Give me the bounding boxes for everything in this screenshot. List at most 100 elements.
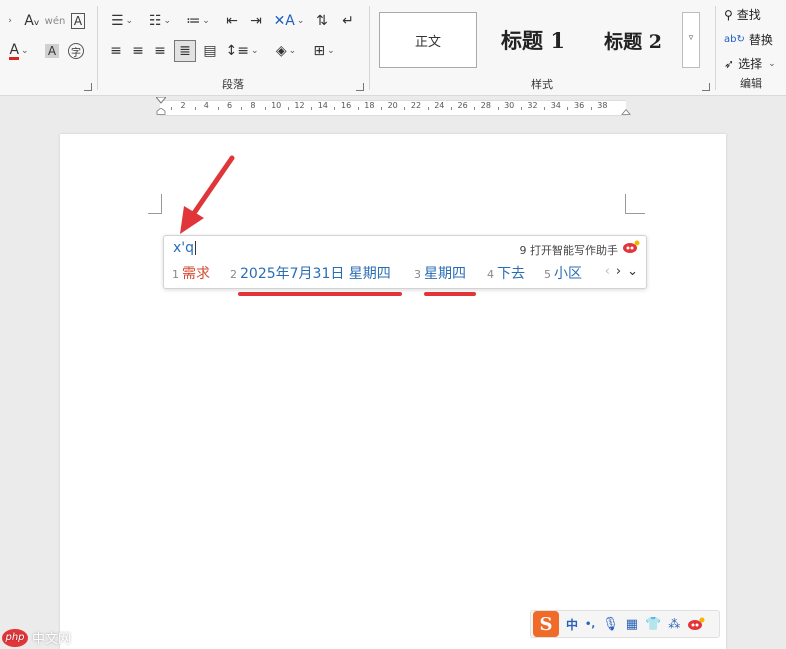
- ruler-minor-tick: [450, 107, 452, 110]
- expand-chevron-icon[interactable]: ⌄: [627, 264, 638, 279]
- ribbon: › Aᵥ wén A A ⌄ A 字 ☰ ⌄ ☷ ⌄ ≔ ⌄ ⇤ ⇥ ✕A ⌄ ⇅ ↵ ≡…: [0, 0, 786, 96]
- styles-dialog-launcher[interactable]: [702, 83, 710, 91]
- ruler-tick-label: 14: [317, 101, 328, 110]
- line-spacing-button[interactable]: ↕≡ ⌄: [226, 40, 259, 62]
- ruler-tick-label: 34: [550, 101, 561, 110]
- ruler-minor-tick: [311, 107, 313, 110]
- ruler-tick-label: 6: [227, 101, 233, 110]
- ruler-minor-tick: [194, 107, 196, 110]
- ruler-tick-label: 36: [574, 101, 585, 110]
- phonetic-guide-icon[interactable]: wén: [44, 10, 66, 32]
- justify-icon[interactable]: ≣: [174, 40, 196, 62]
- font-dropdown-caret[interactable]: ›: [2, 10, 16, 32]
- select-label: 选择: [738, 57, 763, 71]
- microphone-icon[interactable]: 🎙: [602, 617, 619, 632]
- borders-button[interactable]: ⊞ ⌄: [308, 40, 340, 62]
- show-marks-icon[interactable]: ↵: [338, 10, 358, 32]
- document-page[interactable]: [60, 134, 726, 649]
- ruler-minor-tick: [241, 107, 243, 110]
- font-dialog-launcher[interactable]: [84, 83, 92, 91]
- punctuation-toggle[interactable]: •,: [585, 619, 595, 630]
- editing-group-label: 编辑: [740, 77, 762, 90]
- ruler-minor-tick: [171, 107, 173, 110]
- keyboard-icon[interactable]: ▦: [626, 617, 638, 632]
- align-right-icon[interactable]: ≡: [150, 40, 170, 62]
- right-indent-marker[interactable]: [621, 108, 631, 116]
- replace-icon: ab↻: [724, 34, 745, 45]
- ruler-tick-label: 18: [364, 101, 375, 110]
- style-heading-2[interactable]: 标题 2: [588, 12, 678, 68]
- ruler-tick-label: 10: [271, 101, 282, 110]
- candidate-1[interactable]: 1 需求: [172, 263, 210, 283]
- character-shading-icon[interactable]: A: [42, 40, 62, 62]
- input-mode-toggle[interactable]: 中: [566, 616, 578, 633]
- ruler-tick-label: 22: [410, 101, 422, 110]
- ruler-tick-label: 8: [250, 101, 256, 110]
- ruler-minor-tick: [497, 107, 499, 110]
- style-heading-1[interactable]: 标题 1: [483, 12, 583, 68]
- align-left-icon[interactable]: ≡: [106, 40, 126, 62]
- left-indent-marker[interactable]: [156, 108, 166, 116]
- numbering-button[interactable]: ☷ ⌄: [144, 10, 176, 32]
- ruler-minor-tick: [427, 107, 429, 110]
- bullets-button[interactable]: ☰ ⌄: [106, 10, 138, 32]
- replace-button[interactable]: ab↻ 替换: [724, 31, 773, 48]
- next-page-icon[interactable]: ›: [616, 264, 621, 279]
- sort-icon[interactable]: ⇅: [312, 10, 332, 32]
- font-color-button[interactable]: A ⌄: [6, 40, 32, 62]
- select-button[interactable]: ➶ 选择 ⌄: [724, 55, 776, 72]
- ruler-minor-tick: [287, 107, 289, 110]
- skin-icon[interactable]: 👕: [645, 617, 661, 632]
- gallery-more-button[interactable]: ▿: [682, 12, 700, 68]
- first-line-indent-marker[interactable]: [156, 97, 166, 105]
- ime-candidate-window: x'q 9 打开智能写作助手 1 需求 2 2025年7月31日 星期四 3 星期四 …: [163, 235, 647, 289]
- multilevel-list-button[interactable]: ≔ ⌄: [182, 10, 214, 32]
- crop-mark-top-left: [148, 194, 162, 214]
- ruler-tick-label: 12: [294, 101, 305, 110]
- find-button[interactable]: ⚲ 查找: [724, 6, 761, 23]
- ruler-tick-label: 28: [480, 101, 491, 110]
- ime-status-bar: S 中 •, 🎙 ▦ 👕 ⁂: [530, 610, 720, 638]
- candidate-3[interactable]: 3 星期四: [414, 263, 466, 283]
- shading-button[interactable]: ◈ ⌄: [270, 40, 302, 62]
- ruler-tick-label: 16: [341, 101, 352, 110]
- ruler-tick-label: 26: [457, 101, 468, 110]
- align-center-icon[interactable]: ≡: [128, 40, 148, 62]
- assistant-logo-icon[interactable]: [687, 617, 705, 631]
- candidate-4[interactable]: 4 下去: [487, 263, 525, 283]
- candidate-5[interactable]: 5 小区: [544, 263, 582, 283]
- sogou-logo-icon[interactable]: S: [533, 611, 559, 637]
- ruler-minor-tick: [217, 107, 219, 110]
- ime-assist-link[interactable]: 9 打开智能写作助手: [520, 242, 619, 258]
- watermark-logo: php: [2, 628, 28, 647]
- assistant-logo-icon[interactable]: [622, 240, 640, 254]
- increase-indent-icon[interactable]: ⇥: [246, 10, 266, 32]
- change-case-icon[interactable]: Aᵥ: [22, 10, 42, 32]
- ruler-minor-tick: [404, 107, 406, 110]
- distributed-icon[interactable]: ▤: [200, 40, 220, 62]
- font-group: › Aᵥ wén A A ⌄ A 字: [0, 0, 96, 96]
- ruler-tick-label: 2: [180, 101, 186, 110]
- paragraph-group-label: 段落: [222, 78, 244, 91]
- ruler-minor-tick: [567, 107, 569, 110]
- horizontal-ruler[interactable]: 2 4 6 8 10 12 14 16 18 20 22 24 26 28 30 32 34 36 38: [0, 96, 786, 120]
- replace-label: 替换: [748, 33, 773, 47]
- character-border-icon[interactable]: A: [68, 10, 88, 32]
- enclose-character-icon[interactable]: 字: [66, 40, 86, 62]
- toolbox-icon[interactable]: ⁂: [668, 617, 680, 631]
- crop-mark-top-right: [625, 194, 645, 214]
- prev-page-icon[interactable]: ‹: [605, 264, 610, 279]
- ruler-minor-tick: [520, 107, 522, 110]
- ruler-minor-tick: [474, 107, 476, 110]
- decrease-indent-icon[interactable]: ⇤: [222, 10, 242, 32]
- style-normal[interactable]: 正文: [379, 12, 477, 68]
- ruler-tick-label: 4: [203, 101, 209, 110]
- text-cursor: [195, 241, 197, 255]
- paragraph-dialog-launcher[interactable]: [356, 83, 364, 91]
- chinese-layout-button[interactable]: ✕A ⌄: [272, 10, 306, 32]
- date-underline-annotation: [238, 292, 402, 296]
- ruler-minor-tick: [357, 107, 359, 110]
- candidate-2[interactable]: 2 2025年7月31日 星期四: [230, 263, 391, 283]
- ruler-tick-label: 20: [387, 101, 398, 110]
- ruler-minor-tick: [544, 107, 546, 110]
